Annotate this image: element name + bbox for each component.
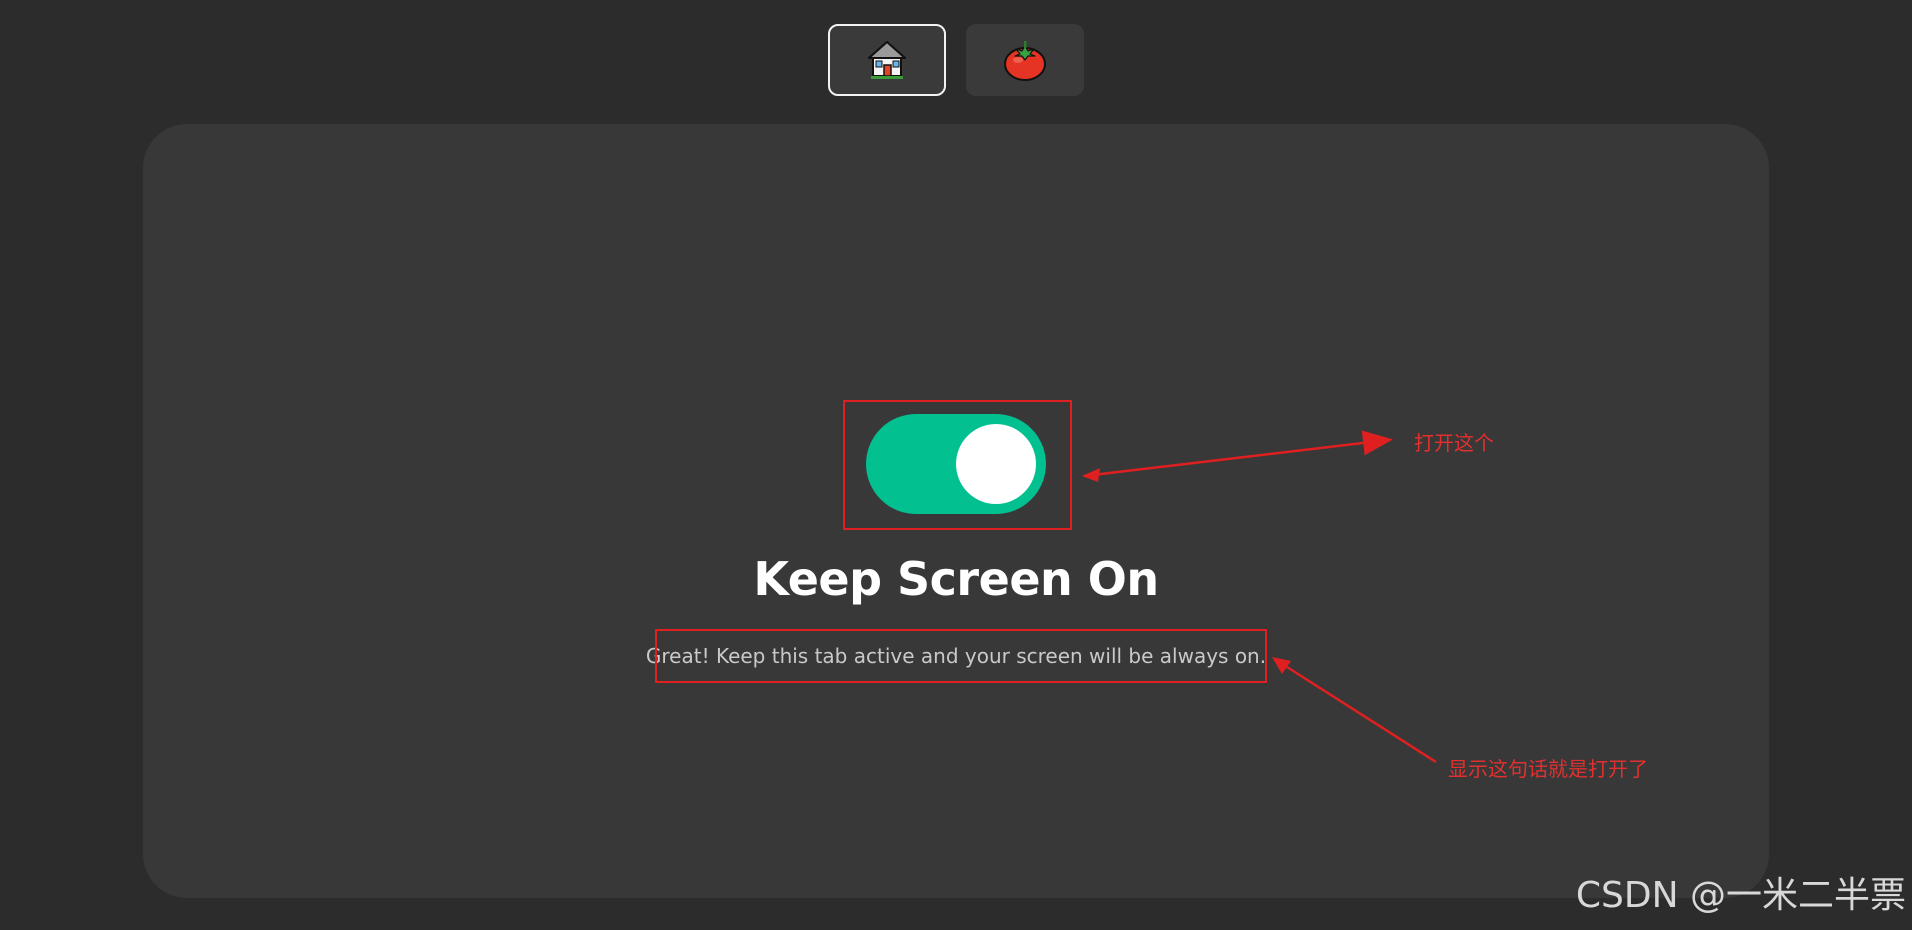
tomato-icon — [1004, 41, 1046, 81]
page: Keep Screen On Great! Keep this tab acti… — [0, 0, 1912, 930]
page-title: Keep Screen On — [753, 552, 1159, 606]
toggle-highlight-box — [843, 400, 1072, 530]
house-icon — [868, 41, 906, 79]
pomodoro-tab-button[interactable] — [966, 24, 1084, 96]
status-highlight-box — [655, 629, 1267, 683]
home-tab-button[interactable] — [828, 24, 946, 96]
top-nav — [0, 24, 1912, 96]
status-annotation: 显示这句话就是打开了 — [1448, 757, 1648, 781]
toggle-annotation: 打开这个 — [1414, 431, 1494, 455]
watermark: CSDN @一米二半票 — [1575, 875, 1906, 916]
